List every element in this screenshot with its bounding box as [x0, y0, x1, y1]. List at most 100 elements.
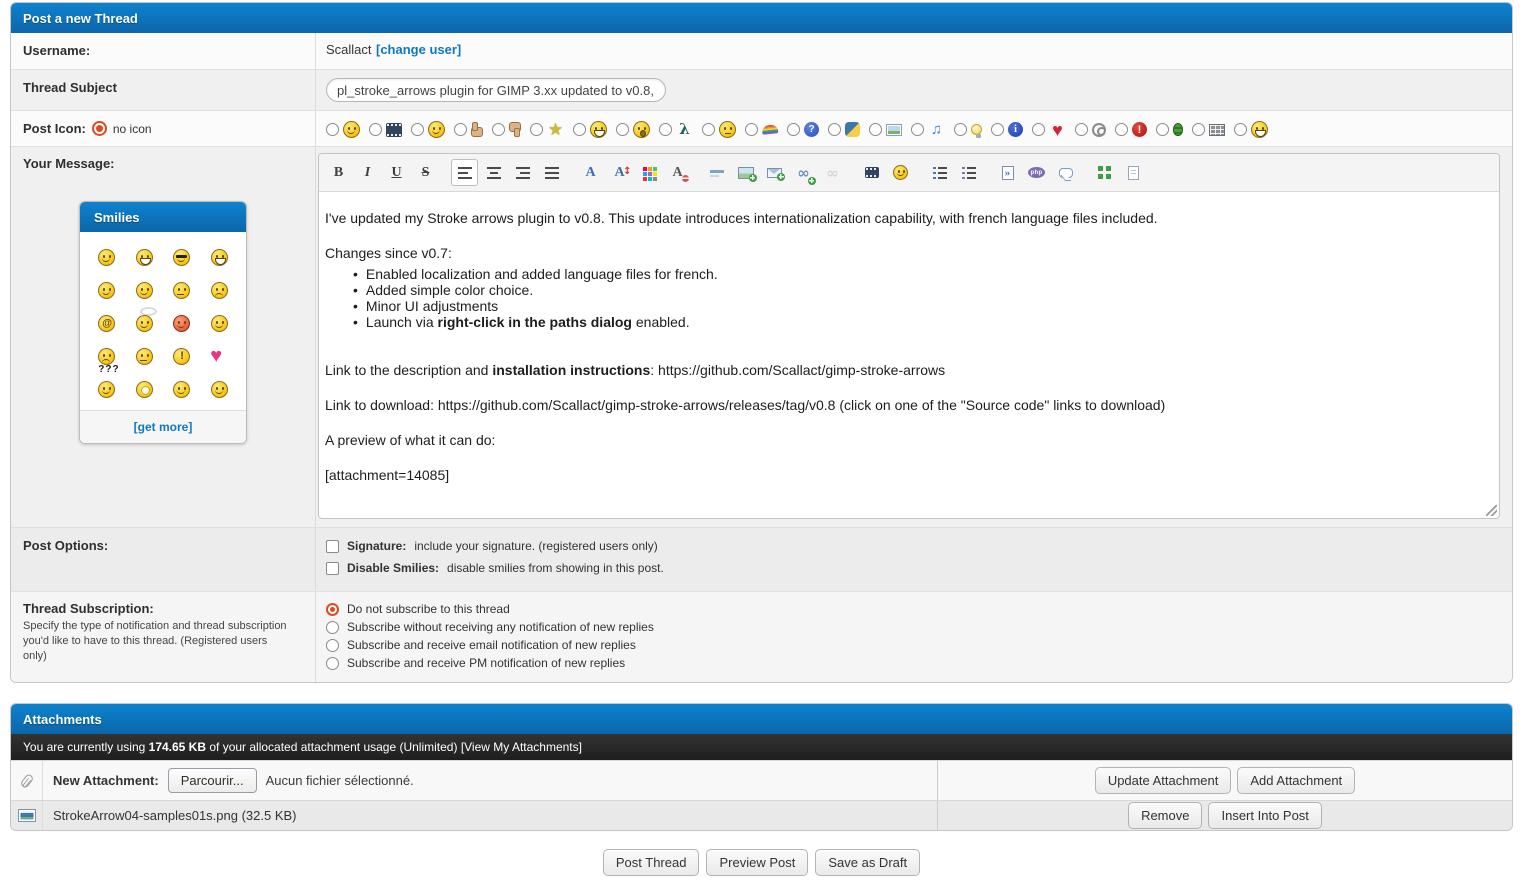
link-button[interactable]: [790, 159, 817, 186]
view-attachments-link[interactable]: [View My Attachments]: [461, 740, 582, 754]
emoticon-button[interactable]: [887, 159, 914, 186]
save-as-draft-button[interactable]: Save as Draft: [815, 849, 921, 876]
post-icon-radio-music[interactable]: [911, 123, 924, 136]
change-user-link[interactable]: [change user]: [376, 42, 461, 57]
quote-button[interactable]: [1052, 159, 1079, 186]
smiley-angry[interactable]: [173, 312, 191, 332]
align-left-button[interactable]: [451, 159, 478, 186]
subscription-desc: Specify the type of notification and thr…: [23, 620, 287, 662]
grin-smiley-icon: [210, 249, 228, 266]
image-button[interactable]: [732, 159, 759, 186]
bullet-list-button[interactable]: [926, 159, 953, 186]
post-icon-radio-thumbsup[interactable]: [454, 123, 467, 136]
browse-button[interactable]: Parcourir...: [167, 768, 257, 793]
smiley-smile[interactable]: [98, 246, 116, 266]
horizontal-rule-button[interactable]: [703, 159, 730, 186]
post-icon-radio-rainbow[interactable]: [745, 123, 758, 136]
info-icon: i: [1008, 122, 1023, 137]
smiley-tongue[interactable]: [98, 279, 116, 299]
smiley-exclamation[interactable]: [173, 345, 191, 365]
font-button[interactable]: [577, 159, 604, 186]
remove-attachment-button[interactable]: Remove: [1128, 802, 1203, 829]
post-icon-radio-info[interactable]: [991, 123, 1004, 136]
post-icon-radio-lambda[interactable]: [659, 123, 672, 136]
post-icon-radio-thumbsdown[interactable]: [492, 123, 505, 136]
post-icon-radio-question[interactable]: [787, 123, 800, 136]
maximize-button[interactable]: [1091, 159, 1118, 186]
smiley-blush[interactable]: [210, 312, 228, 332]
post-icon-radio-heart[interactable]: [1032, 123, 1045, 136]
post-icon-radio-shocked[interactable]: [616, 123, 629, 136]
dodgy-smiley-icon: [135, 348, 153, 365]
bold-button[interactable]: [325, 159, 352, 186]
post-icon-radio-biggrin[interactable]: [573, 123, 586, 136]
post-option-checkbox-0[interactable]: [326, 539, 339, 553]
insert-into-post-button[interactable]: Insert Into Post: [1208, 802, 1322, 829]
subscription-radio-1[interactable]: [326, 620, 339, 634]
size-button[interactable]: [606, 159, 633, 186]
ordered-list-button[interactable]: [955, 159, 982, 186]
post-icon-radio-photo[interactable]: [869, 123, 882, 136]
subject-input[interactable]: [326, 78, 666, 102]
color-button[interactable]: [635, 159, 662, 186]
underline-button[interactable]: [383, 159, 410, 186]
smiley-heart[interactable]: [210, 345, 228, 365]
post-icon-label-cell: Post Icon: no icon: [11, 111, 316, 146]
post-icon-radio-huh[interactable]: [702, 123, 715, 136]
smiley-biggrin[interactable]: [135, 246, 153, 266]
post-icon-radio-python[interactable]: [828, 123, 841, 136]
post-icon-radio-film[interactable]: [369, 123, 382, 136]
preview-post-button[interactable]: Preview Post: [706, 849, 809, 876]
smiley-idea[interactable]: [135, 378, 153, 398]
no-icon-radio[interactable]: [91, 121, 107, 136]
wink-smiley-icon: [210, 381, 228, 398]
post-icon-radio-star[interactable]: [530, 123, 543, 136]
align-right-button[interactable]: [509, 159, 536, 186]
smiley-wink[interactable]: [210, 378, 228, 398]
post-thread-button[interactable]: Post Thread: [602, 849, 700, 876]
add-attachment-button[interactable]: Add Attachment: [1237, 767, 1356, 794]
remove-format-button[interactable]: [664, 159, 691, 186]
update-attachment-button[interactable]: Update Attachment: [1094, 767, 1232, 794]
post-icon-radio-spiral[interactable]: [1075, 123, 1088, 136]
message-bullet-item: Launch via right-click in the paths dial…: [353, 314, 1493, 330]
post-icon-radio-lightbulb[interactable]: [954, 123, 967, 136]
subject-row: Thread Subject: [11, 69, 1512, 110]
post-icon-radio-exclamation[interactable]: [1115, 123, 1128, 136]
smiley-at[interactable]: [98, 312, 116, 332]
smiley-cool[interactable]: [173, 246, 191, 266]
resize-grip[interactable]: [1486, 505, 1497, 516]
smiley-undecided[interactable]: [98, 345, 116, 365]
smiley-angel[interactable]: [135, 307, 157, 332]
post-icon-radio-bug[interactable]: [1156, 123, 1169, 136]
code-button[interactable]: [994, 159, 1021, 186]
smiley-sleepy[interactable]: [173, 378, 191, 398]
align-justify-button[interactable]: [538, 159, 565, 186]
source-button[interactable]: [1120, 159, 1147, 186]
email-button[interactable]: [761, 159, 788, 186]
smiley-sad[interactable]: [210, 279, 228, 299]
post-icon-radio-grin[interactable]: [1234, 123, 1247, 136]
sad-smiley-icon: [210, 282, 228, 299]
smiley-lol[interactable]: [135, 279, 153, 299]
subscription-radio-2[interactable]: [326, 638, 339, 652]
code-icon: [1001, 165, 1014, 180]
align-center-button[interactable]: [480, 159, 507, 186]
post-icon-radio-wink[interactable]: [326, 123, 339, 136]
post-option-checkbox-1[interactable]: [326, 561, 339, 575]
post-icon-radio-tongue[interactable]: [411, 123, 424, 136]
php-button[interactable]: [1023, 159, 1050, 186]
strikethrough-button[interactable]: [412, 159, 439, 186]
editor-content[interactable]: I've updated my Stroke arrows plugin to …: [319, 192, 1499, 518]
get-more-link[interactable]: [get more]: [134, 420, 193, 434]
subscription-radio-0[interactable]: [326, 602, 339, 616]
subscription-radio-3[interactable]: [326, 656, 339, 670]
smiley-rolleyes[interactable]: [173, 279, 191, 299]
username-label-cell: Username:: [11, 33, 316, 69]
smiley-huh[interactable]: [98, 364, 120, 398]
italic-button[interactable]: [354, 159, 381, 186]
smiley-dodgy[interactable]: [135, 345, 153, 365]
post-icon-radio-brick[interactable]: [1192, 123, 1205, 136]
video-button[interactable]: [858, 159, 885, 186]
smiley-grin[interactable]: [210, 246, 228, 266]
